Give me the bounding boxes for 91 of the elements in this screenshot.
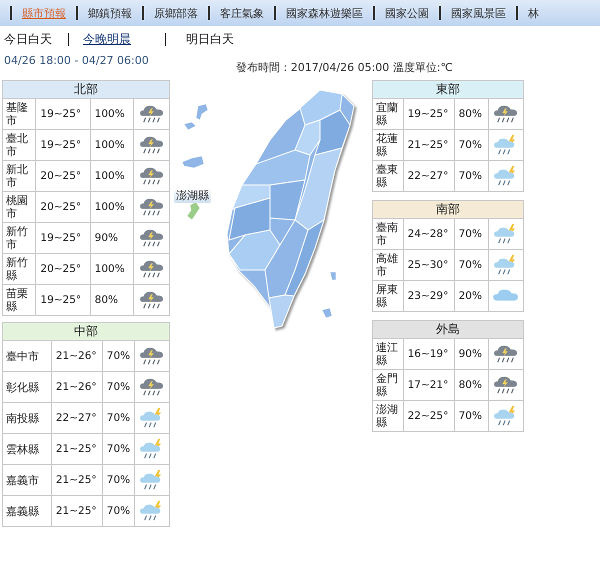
temperature-cell: 21~26°: [51, 340, 102, 372]
region-header: 外島: [372, 320, 524, 338]
tab[interactable]: 國家風景區: [451, 6, 506, 20]
city-cell: 嘉義市: [2, 464, 52, 496]
tab[interactable]: 國家公園: [385, 6, 429, 20]
map-label: 澎湖縣: [174, 188, 211, 203]
rain-chance-cell: 70%: [454, 250, 489, 280]
temperature-cell: 19~25°: [36, 98, 90, 130]
rain-chance-cell: 90%: [454, 338, 489, 370]
thunderstorm-icon: [138, 103, 166, 125]
city-cell: 宜蘭縣: [372, 98, 404, 130]
tab[interactable]: 原鄉部落: [154, 6, 198, 20]
region-header: 東部: [372, 80, 524, 98]
temperature-cell: 21~25°: [51, 496, 102, 526]
city-cell: 彰化縣: [2, 372, 52, 402]
tab[interactable]: 客庄氣象: [220, 6, 264, 20]
temperature-cell: 23~29°: [403, 280, 454, 312]
city-cell: 基隆市: [2, 98, 36, 130]
city-cell: 臺北市: [2, 130, 36, 160]
rain-chance-cell: 100%: [90, 130, 134, 160]
thunderstorm-icon: [138, 134, 166, 156]
temperature-cell: 22~27°: [51, 402, 102, 434]
rain-chance-cell: 70%: [102, 372, 135, 402]
temperature-cell: 20~25°: [36, 160, 90, 192]
city-cell: 花蓮縣: [372, 130, 404, 160]
issued-time-text: 發布時間 : 2017/04/26 05:00 溫度單位:℃: [236, 60, 453, 72]
city-cell: 嘉義縣: [2, 496, 52, 526]
temperature-cell: 20~25°: [36, 192, 90, 222]
temperature-cell: 16~19°: [403, 338, 454, 370]
city-cell: 澎湖縣: [372, 400, 404, 432]
city-cell: 臺東縣: [372, 160, 404, 192]
rain-chance-cell: 70%: [454, 218, 489, 250]
city-cell: 新北市: [2, 160, 36, 192]
rain-chance-cell: 20%: [454, 280, 489, 312]
temperature-cell: 19~25°: [36, 130, 90, 160]
tab[interactable]: 國家森林遊樂區: [286, 6, 363, 20]
temperature-cell: 21~25°: [403, 130, 454, 160]
rain-chance-cell: 80%: [454, 370, 489, 400]
city-cell: 金門縣: [372, 370, 404, 400]
temperature-cell: 21~25°: [51, 464, 102, 496]
temperature-cell: 20~25°: [36, 254, 90, 284]
temperature-cell: 19~25°: [403, 98, 454, 130]
temperature-cell: 25~30°: [403, 250, 454, 280]
city-cell: 新竹市: [2, 222, 36, 254]
period-text: 04/26 18:00 - 04/27 06:00: [4, 54, 150, 69]
rain-chance-cell: 70%: [454, 400, 489, 432]
city-cell: 苗栗縣: [2, 284, 36, 316]
city-cell: 新竹縣: [2, 254, 36, 284]
rain-chance-cell: 70%: [454, 130, 489, 160]
tab[interactable]: 鄉鎮預報: [88, 6, 132, 20]
rain-chance-cell: 100%: [90, 160, 134, 192]
temperature-cell: 22~27°: [403, 160, 454, 192]
period-tab[interactable]: 今日白天: [4, 30, 52, 48]
region-header: 北部: [2, 80, 170, 98]
city-cell: 南投縣: [2, 402, 52, 434]
thunderstorm-icon: [138, 289, 166, 311]
temperature-cell: 21~25°: [51, 434, 102, 464]
rain-chance-cell: 90%: [90, 222, 134, 254]
temperature-cell: 21~26°: [51, 372, 102, 402]
city-cell: 連江縣: [372, 338, 404, 370]
rain-chance-cell: 100%: [90, 98, 134, 130]
temperature-cell: 17~21°: [403, 370, 454, 400]
period-tab[interactable]: 今晚明晨: [83, 30, 131, 48]
rain-chance-cell: 70%: [102, 340, 135, 372]
city-cell: 高雄市: [372, 250, 404, 280]
thunderstorm-icon: [138, 258, 166, 280]
temperature-cell: 19~25°: [36, 222, 90, 254]
temperature-cell: 19~25°: [36, 284, 90, 316]
city-cell: 雲林縣: [2, 434, 52, 464]
rain-chance-cell: 70%: [102, 464, 135, 496]
tab[interactable]: 林: [528, 6, 539, 20]
thunderstorm-icon: [138, 165, 166, 187]
city-cell: 臺中市: [2, 340, 52, 372]
rain-chance-cell: 80%: [90, 284, 134, 316]
rain-chance-cell: 100%: [90, 254, 134, 284]
city-cell: 屏東縣: [372, 280, 404, 312]
thunderstorm-icon: [138, 227, 166, 249]
rain-chance-cell: 70%: [102, 496, 135, 526]
rain-chance-cell: 80%: [454, 98, 489, 130]
region-header: 中部: [2, 322, 170, 340]
rain-chance-cell: 70%: [454, 160, 489, 192]
rain-chance-cell: 70%: [102, 434, 135, 464]
city-cell: 桃園市: [2, 192, 36, 222]
rain-chance-cell: 100%: [90, 192, 134, 222]
rain-chance-cell: 70%: [102, 402, 135, 434]
period-tab[interactable]: 明日白天: [186, 30, 234, 48]
thunderstorm-icon: [138, 196, 166, 218]
city-cell: 臺南市: [372, 218, 404, 250]
temperature-cell: 22~25°: [403, 400, 454, 432]
region-header: 南部: [372, 200, 524, 218]
temperature-cell: 24~28°: [403, 218, 454, 250]
